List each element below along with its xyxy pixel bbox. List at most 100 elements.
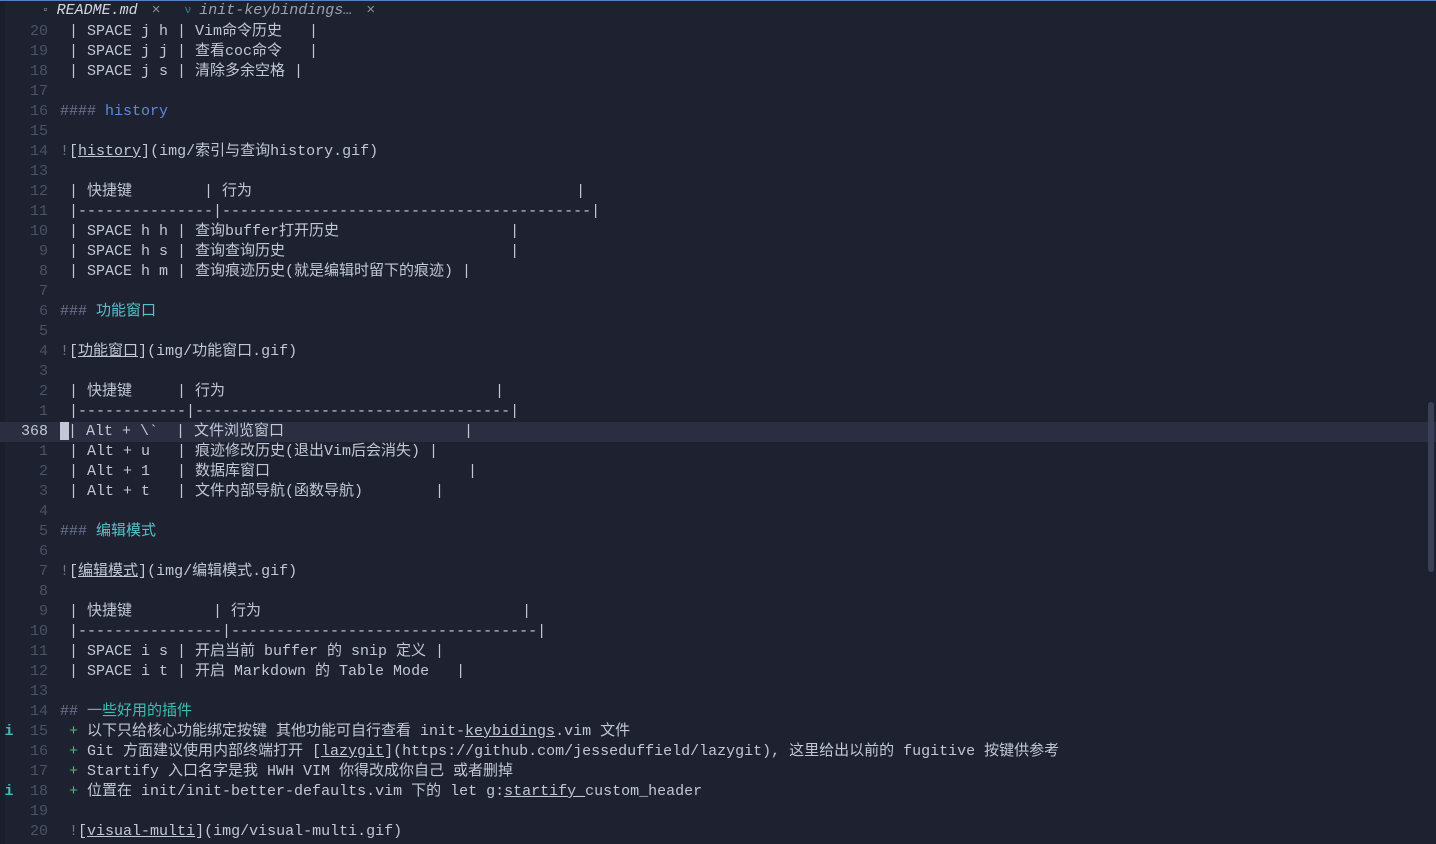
code-content[interactable]: | SPACE i t | 开启 Markdown 的 Table Mode |: [56, 662, 1436, 682]
code-line[interactable]: i18 + 位置在 init/init-better-defaults.vim …: [0, 782, 1436, 802]
tab-readme[interactable]: ▫ README.md ×: [30, 0, 173, 22]
editor-viewport[interactable]: 20 | SPACE j h | Vim命令历史 |19 | SPACE j j…: [0, 22, 1436, 844]
code-line[interactable]: i15 + 以下只给核心功能绑定按键 其他功能可自行查看 init-keybid…: [0, 722, 1436, 742]
code-content[interactable]: ### 编辑模式: [56, 522, 1436, 542]
code-line[interactable]: 8 | SPACE h m | 查询痕迹历史(就是编辑时留下的痕迹) |: [0, 262, 1436, 282]
code-line[interactable]: 15: [0, 122, 1436, 142]
code-content[interactable]: | SPACE h m | 查询痕迹历史(就是编辑时留下的痕迹) |: [56, 262, 1436, 282]
code-line[interactable]: 7![编辑模式](img/编辑模式.gif): [0, 562, 1436, 582]
code-content[interactable]: [56, 542, 1436, 562]
code-content[interactable]: [56, 122, 1436, 142]
code-content[interactable]: | 快捷键 | 行为 |: [56, 382, 1436, 402]
code-content[interactable]: ## 一些好用的插件: [56, 702, 1436, 722]
gutter-sign: [0, 402, 18, 422]
code-content[interactable]: + Git 方面建议使用内部终端打开 [lazygit](https://git…: [56, 742, 1436, 762]
code-line[interactable]: 5### 编辑模式: [0, 522, 1436, 542]
code-content[interactable]: | SPACE j j | 查看coc命令 |: [56, 42, 1436, 62]
code-content[interactable]: ### 功能窗口: [56, 302, 1436, 322]
code-line[interactable]: 1 | Alt + u | 痕迹修改历史(退出Vim后会消失) |: [0, 442, 1436, 462]
code-content[interactable]: |----------------|----------------------…: [56, 622, 1436, 642]
code-line[interactable]: 4: [0, 502, 1436, 522]
gutter-sign: [0, 102, 18, 122]
code-content[interactable]: ![功能窗口](img/功能窗口.gif): [56, 342, 1436, 362]
code-line[interactable]: 11 |---------------|--------------------…: [0, 202, 1436, 222]
code-line[interactable]: 20 | SPACE j h | Vim命令历史 |: [0, 22, 1436, 42]
code-line[interactable]: 3: [0, 362, 1436, 382]
code-content[interactable]: | Alt + 1 | 数据库窗口 |: [56, 462, 1436, 482]
gutter-sign: [0, 142, 18, 162]
tab-label: README.md: [57, 1, 138, 21]
code-line[interactable]: 16 + Git 方面建议使用内部终端打开 [lazygit](https://…: [0, 742, 1436, 762]
code-line[interactable]: 11 | SPACE i s | 开启当前 buffer 的 snip 定义 |: [0, 642, 1436, 662]
code-line[interactable]: 6### 功能窗口: [0, 302, 1436, 322]
code-line[interactable]: 4![功能窗口](img/功能窗口.gif): [0, 342, 1436, 362]
code-line[interactable]: 16#### history: [0, 102, 1436, 122]
code-content[interactable]: | SPACE h h | 查询buffer打开历史 |: [56, 222, 1436, 242]
code-line[interactable]: 3 | Alt + t | 文件内部导航(函数导航) |: [0, 482, 1436, 502]
code-content[interactable]: [56, 322, 1436, 342]
code-line[interactable]: 17 + Startify 入口名字是我 HWH VIM 你得改成你自己 或者删…: [0, 762, 1436, 782]
code-content[interactable]: [56, 502, 1436, 522]
code-content[interactable]: #### history: [56, 102, 1436, 122]
scrollbar[interactable]: [1428, 22, 1434, 844]
code-line[interactable]: 14![history](img/索引与查询history.gif): [0, 142, 1436, 162]
close-icon[interactable]: ×: [366, 1, 375, 21]
code-line[interactable]: 2 | Alt + 1 | 数据库窗口 |: [0, 462, 1436, 482]
code-content[interactable]: | SPACE i s | 开启当前 buffer 的 snip 定义 |: [56, 642, 1436, 662]
tab-init-keybindings[interactable]: ν init-keybindings… ×: [173, 0, 388, 22]
gutter-sign: [0, 542, 18, 562]
gutter-sign: [0, 382, 18, 402]
code-line[interactable]: 12 | SPACE i t | 开启 Markdown 的 Table Mod…: [0, 662, 1436, 682]
code-content[interactable]: |---------------|-----------------------…: [56, 202, 1436, 222]
line-number: 14: [18, 702, 56, 722]
code-content[interactable]: ![visual-multi](img/visual-multi.gif): [56, 822, 1436, 842]
code-line[interactable]: 13: [0, 162, 1436, 182]
gutter-sign: i: [0, 722, 18, 742]
code-content[interactable]: | 快捷键 | 行为 |: [56, 182, 1436, 202]
code-content[interactable]: [56, 282, 1436, 302]
code-line[interactable]: 10 |----------------|-------------------…: [0, 622, 1436, 642]
code-line[interactable]: 17: [0, 82, 1436, 102]
code-content[interactable]: |------------|--------------------------…: [56, 402, 1436, 422]
code-line[interactable]: 14## 一些好用的插件: [0, 702, 1436, 722]
code-content[interactable]: [56, 162, 1436, 182]
code-content[interactable]: | Alt + \` | 文件浏览窗口 |: [56, 422, 1436, 442]
code-content[interactable]: [56, 582, 1436, 602]
code-content[interactable]: [56, 682, 1436, 702]
code-line[interactable]: 12 | 快捷键 | 行为 |: [0, 182, 1436, 202]
gutter-sign: [0, 602, 18, 622]
code-content[interactable]: | SPACE j s | 清除多余空格 |: [56, 62, 1436, 82]
code-line[interactable]: 6: [0, 542, 1436, 562]
code-content[interactable]: ![编辑模式](img/编辑模式.gif): [56, 562, 1436, 582]
code-line[interactable]: 19 | SPACE j j | 查看coc命令 |: [0, 42, 1436, 62]
code-line[interactable]: 20 ![visual-multi](img/visual-multi.gif): [0, 822, 1436, 842]
scrollbar-thumb[interactable]: [1428, 402, 1434, 572]
code-content[interactable]: | 快捷键 | 行为 |: [56, 602, 1436, 622]
code-line[interactable]: 8: [0, 582, 1436, 602]
code-line[interactable]: 2 | 快捷键 | 行为 |: [0, 382, 1436, 402]
code-content[interactable]: + 位置在 init/init-better-defaults.vim 下的 l…: [56, 782, 1436, 802]
code-content[interactable]: | SPACE h s | 查询查询历史 |: [56, 242, 1436, 262]
code-line[interactable]: 7: [0, 282, 1436, 302]
line-number: 4: [18, 342, 56, 362]
code-content[interactable]: | Alt + u | 痕迹修改历史(退出Vim后会消失) |: [56, 442, 1436, 462]
code-content[interactable]: | Alt + t | 文件内部导航(函数导航) |: [56, 482, 1436, 502]
code-line[interactable]: 9 | SPACE h s | 查询查询历史 |: [0, 242, 1436, 262]
code-line[interactable]: 9 | 快捷键 | 行为 |: [0, 602, 1436, 622]
code-content[interactable]: [56, 362, 1436, 382]
code-line[interactable]: 1 |------------|------------------------…: [0, 402, 1436, 422]
code-line[interactable]: 368| Alt + \` | 文件浏览窗口 |: [0, 422, 1436, 442]
line-number: 11: [18, 202, 56, 222]
code-content[interactable]: ![history](img/索引与查询history.gif): [56, 142, 1436, 162]
code-content[interactable]: | SPACE j h | Vim命令历史 |: [56, 22, 1436, 42]
code-line[interactable]: 13: [0, 682, 1436, 702]
code-line[interactable]: 10 | SPACE h h | 查询buffer打开历史 |: [0, 222, 1436, 242]
code-content[interactable]: [56, 82, 1436, 102]
code-line[interactable]: 18 | SPACE j s | 清除多余空格 |: [0, 62, 1436, 82]
code-line[interactable]: 19: [0, 802, 1436, 822]
code-content[interactable]: [56, 802, 1436, 822]
code-content[interactable]: + 以下只给核心功能绑定按键 其他功能可自行查看 init-keybidings…: [56, 722, 1436, 742]
code-content[interactable]: + Startify 入口名字是我 HWH VIM 你得改成你自己 或者删掉: [56, 762, 1436, 782]
close-icon[interactable]: ×: [152, 1, 161, 21]
code-line[interactable]: 5: [0, 322, 1436, 342]
